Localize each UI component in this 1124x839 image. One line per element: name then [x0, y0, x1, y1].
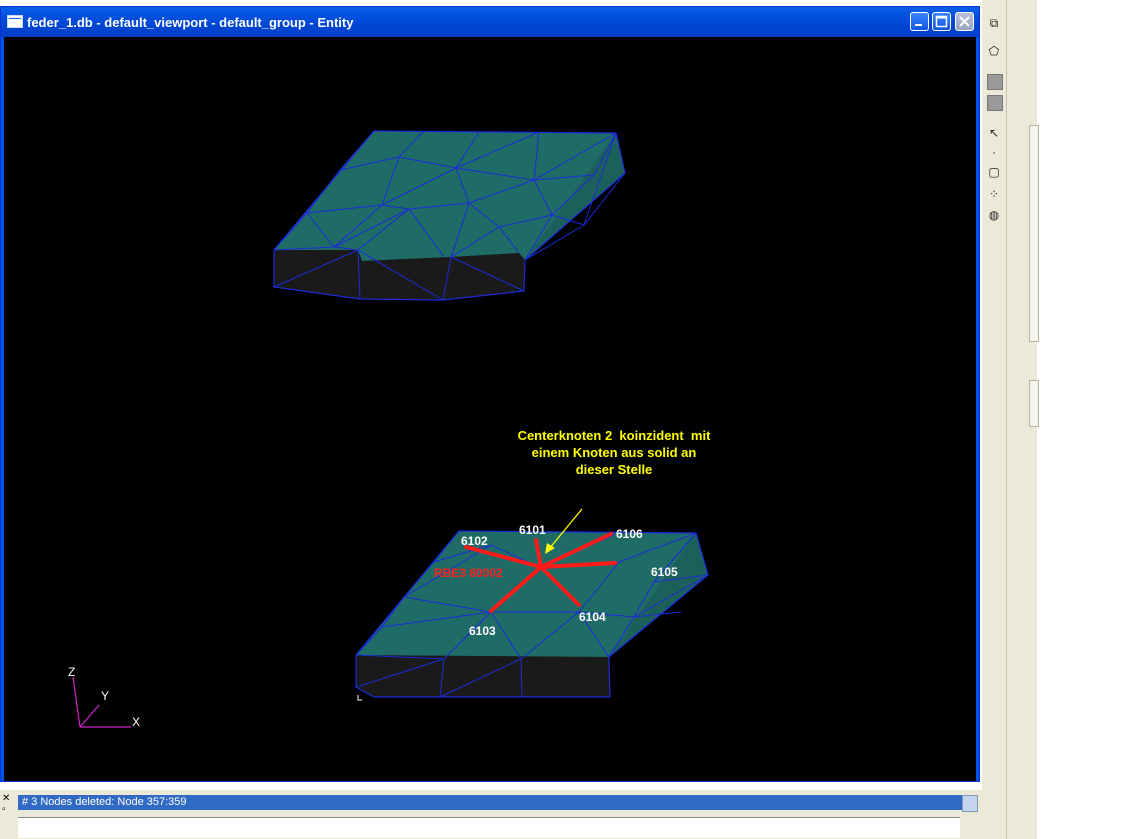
- graphics-viewport[interactable]: Centerknoten 2 koinzident mit einem Knot…: [4, 37, 976, 781]
- node-label-6101: 6101: [519, 523, 546, 537]
- annotation-line-2: einem Knoten aus solid an: [531, 445, 697, 460]
- shape-icon[interactable]: ⬠: [985, 42, 1003, 60]
- status-message: # 3 Nodes deleted: Node 357:359: [18, 795, 964, 810]
- panel-edge-lower: [1029, 380, 1039, 427]
- disabled-tool-2: [987, 95, 1003, 111]
- annotation-text: Centerknoten 2 koinzident mit einem Knot…: [474, 427, 754, 478]
- window-title: feder_1.db - default_viewport - default_…: [27, 15, 354, 30]
- upper-solid-block: [273, 130, 626, 301]
- node-label-6106: 6106: [616, 527, 643, 541]
- command-input[interactable]: [18, 817, 960, 838]
- message-controls: ✕ ▫: [2, 793, 14, 815]
- node-label-6105: 6105: [651, 565, 678, 579]
- rbe-label: RBE3 80002: [434, 566, 503, 580]
- panel-edge-upper: [1029, 125, 1039, 342]
- minimize-button[interactable]: [910, 12, 929, 31]
- lower-block-front-face: [356, 655, 610, 697]
- close-button[interactable]: [955, 12, 974, 31]
- node-label-6104: 6104: [579, 610, 606, 624]
- right-panel: [1006, 0, 1039, 839]
- disabled-tool-1: [987, 74, 1003, 90]
- grid-points-icon[interactable]: ⁘: [985, 185, 1003, 203]
- point-icon[interactable]: ·: [985, 143, 1003, 161]
- maximize-button[interactable]: [932, 12, 951, 31]
- app-window-icon: [7, 15, 23, 28]
- side-toolbar: ⧉ ⬠ ↖ · ▢ ⁘ ◍: [982, 0, 1006, 839]
- lower-solid-block: [355, 530, 709, 698]
- message-restore-icon[interactable]: ▫: [2, 804, 14, 815]
- origin-marker: [357, 695, 362, 701]
- annotation-line-3: dieser Stelle: [575, 462, 653, 477]
- node-label-6103: 6103: [469, 624, 496, 638]
- axis-label-z: Z: [68, 665, 76, 679]
- sphere-icon[interactable]: ◍: [985, 206, 1003, 224]
- message-area: ✕ ▫ # 3 Nodes deleted: Node 357:359: [0, 790, 982, 839]
- message-close-icon[interactable]: ✕: [2, 793, 14, 804]
- axis-label-x: X: [132, 715, 141, 729]
- message-scrollbar[interactable]: [962, 795, 978, 812]
- copy-icon[interactable]: ⧉: [985, 14, 1003, 32]
- viewport-window: feder_1.db - default_viewport - default_…: [0, 6, 980, 782]
- select-arrow-icon[interactable]: ↖: [985, 124, 1003, 142]
- axis-label-y: Y: [101, 689, 110, 703]
- window-titlebar[interactable]: feder_1.db - default_viewport - default_…: [1, 7, 979, 37]
- annotation-line-1: Centerknoten 2 koinzident mit: [517, 428, 711, 443]
- node-label-6102: 6102: [461, 534, 488, 548]
- model-canvas: [72, 130, 709, 728]
- cube-icon[interactable]: ▢: [985, 163, 1003, 181]
